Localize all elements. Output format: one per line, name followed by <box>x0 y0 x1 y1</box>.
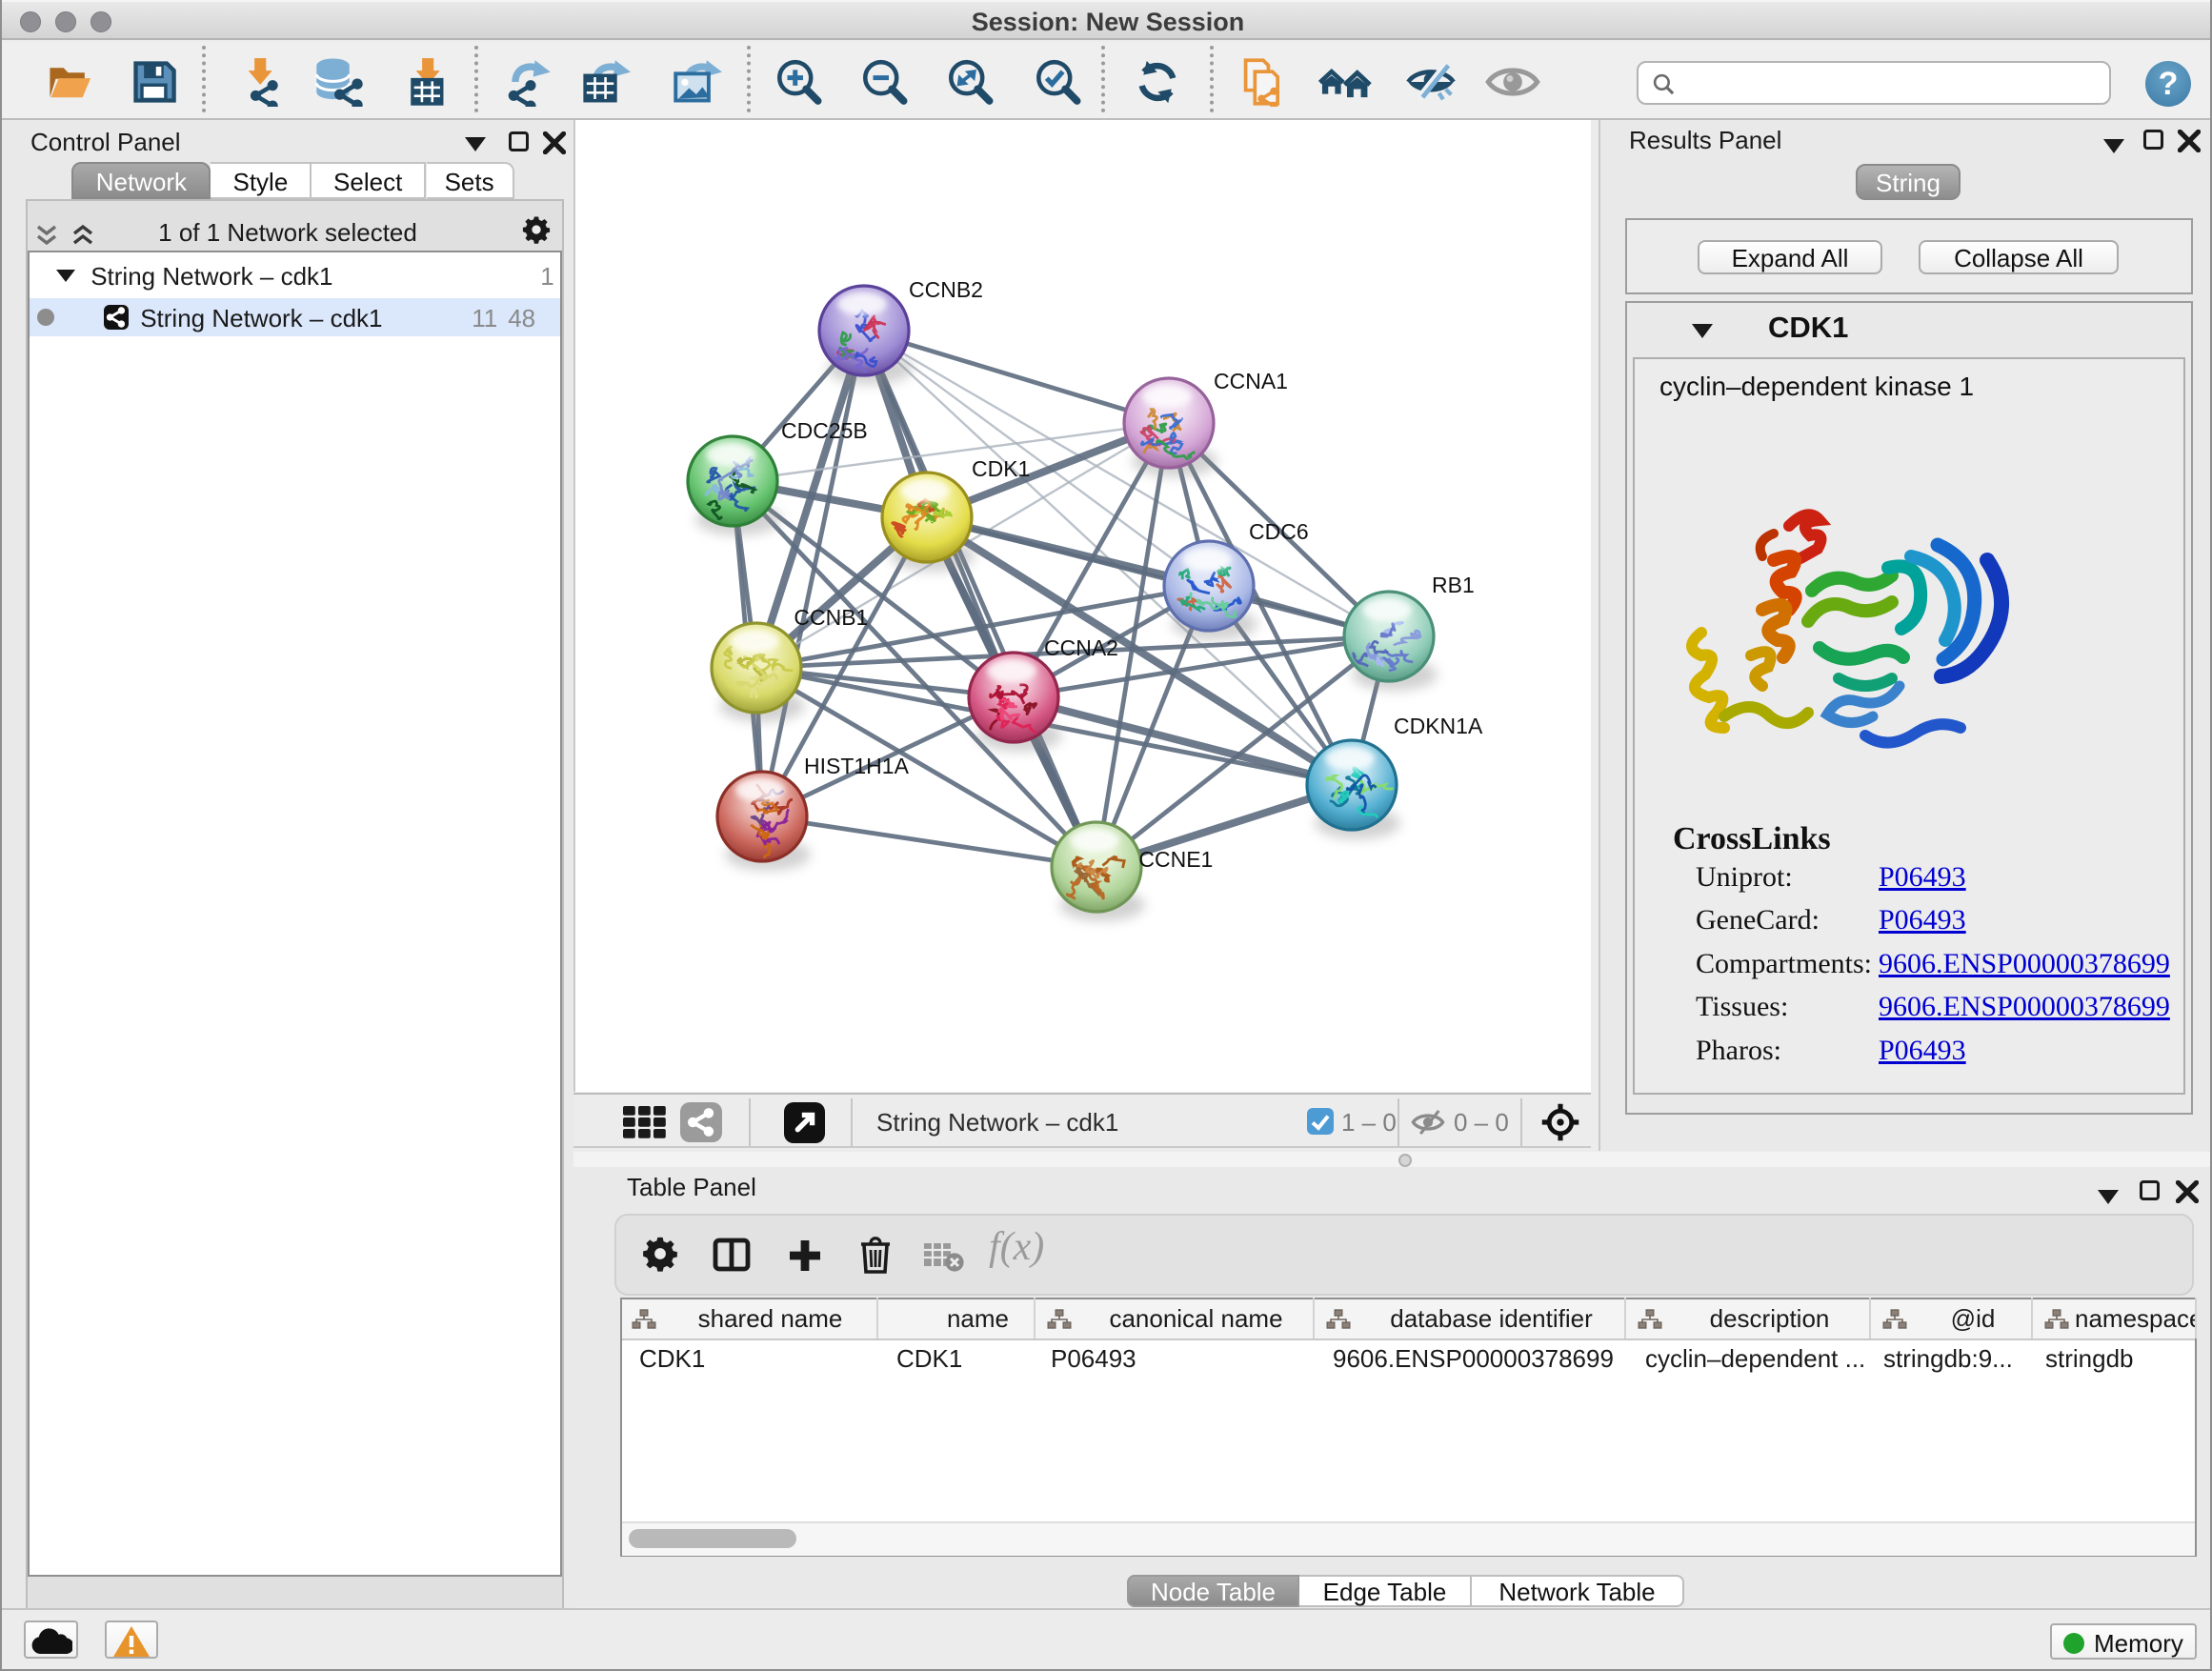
svg-text:CDC6: CDC6 <box>1249 519 1309 544</box>
svg-text:CCNE1: CCNE1 <box>1138 847 1213 872</box>
svg-text:CDKN1A: CDKN1A <box>1394 714 1483 738</box>
svg-text:CCNA1: CCNA1 <box>1214 369 1288 393</box>
svg-text:RB1: RB1 <box>1432 573 1475 597</box>
svg-text:CCNB1: CCNB1 <box>794 605 868 630</box>
svg-text:CDK1: CDK1 <box>972 456 1030 481</box>
svg-text:HIST1H1A: HIST1H1A <box>804 754 910 778</box>
svg-text:CCNB2: CCNB2 <box>909 277 983 302</box>
svg-text:CCNA2: CCNA2 <box>1044 635 1118 660</box>
svg-text:CDC25B: CDC25B <box>781 418 868 443</box>
